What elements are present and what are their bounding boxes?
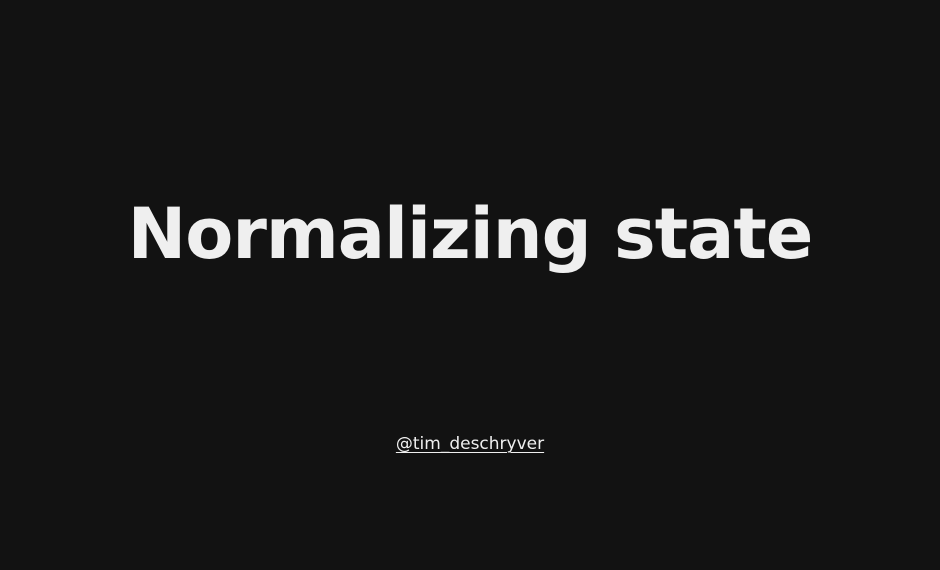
author-link-container: @tim_deschryver [0, 432, 940, 456]
slide: Normalizing state @tim_deschryver [0, 0, 940, 570]
author-handle-link[interactable]: @tim_deschryver [396, 434, 544, 454]
slide-title: Normalizing state [127, 193, 814, 275]
